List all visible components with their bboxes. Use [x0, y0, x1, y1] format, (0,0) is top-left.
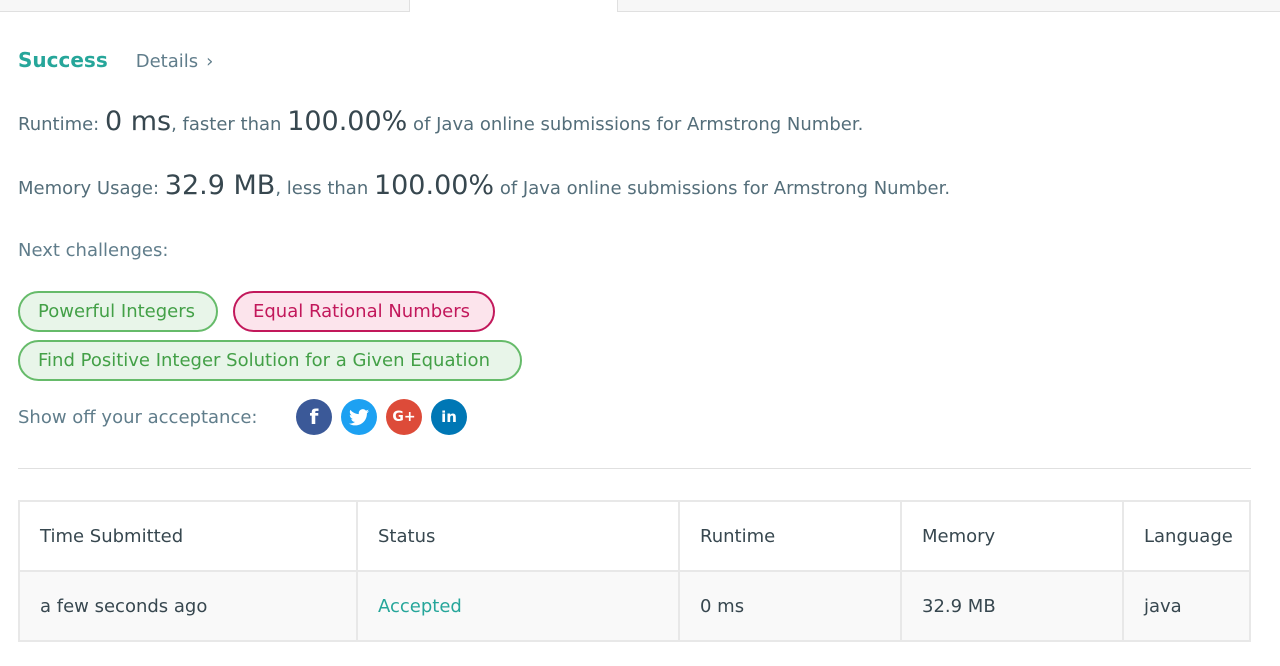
chevron-right-icon: › [206, 51, 214, 72]
tab-bar [0, 0, 1280, 12]
tab-active-submission[interactable] [410, 0, 617, 12]
runtime-label: Runtime: [18, 114, 105, 135]
memory-percent: 100.00% [373, 170, 495, 201]
runtime-comparison: , faster than [171, 114, 288, 135]
runtime-value: 0 ms [104, 106, 172, 137]
memory-label: Memory Usage: [18, 178, 165, 199]
facebook-icon[interactable]: f [296, 399, 332, 435]
header-language[interactable]: Language [1122, 500, 1251, 572]
cell-language: java [1122, 570, 1251, 642]
next-challenges-label: Next challenges: [18, 240, 169, 261]
header-memory[interactable]: Memory [900, 500, 1124, 572]
linkedin-icon[interactable]: in [431, 399, 467, 435]
runtime-percent: 100.00% [287, 106, 408, 137]
challenge-chip-find-positive-integer-solution[interactable]: Find Positive Integer Solution for a Giv… [18, 340, 522, 381]
share-row: Show off your acceptance: f G+ in [18, 399, 476, 435]
header-runtime[interactable]: Runtime [678, 500, 902, 572]
memory-value: 32.9 MB [164, 170, 276, 201]
tab-inactive-left[interactable] [0, 0, 410, 12]
header-time-submitted[interactable]: Time Submitted [18, 500, 358, 572]
twitter-icon[interactable] [341, 399, 377, 435]
result-header: Success Details › [18, 48, 213, 72]
memory-comparison: , less than [275, 178, 374, 199]
tab-inactive-right[interactable] [617, 0, 1280, 12]
table-header-row: Time Submitted Status Runtime Memory Lan… [18, 500, 1251, 572]
twitter-bird-glyph [349, 408, 369, 425]
result-status: Success [18, 48, 108, 72]
details-label: Details [135, 51, 199, 72]
runtime-suffix: of Java online submissions for Armstrong… [407, 114, 864, 135]
memory-suffix: of Java online submissions for Armstrong… [494, 178, 951, 199]
table-row: a few seconds ago Accepted 0 ms 32.9 MB … [18, 570, 1251, 642]
cell-time-submitted: a few seconds ago [18, 570, 358, 642]
details-link[interactable]: Details › [136, 51, 214, 72]
divider [18, 468, 1251, 469]
share-label: Show off your acceptance: [18, 406, 258, 428]
header-status[interactable]: Status [356, 500, 680, 572]
memory-stat: Memory Usage: 32.9 MB, less than 100.00%… [18, 170, 950, 201]
challenge-chip-powerful-integers[interactable]: Powerful Integers [18, 291, 218, 332]
cell-memory: 32.9 MB [900, 570, 1124, 642]
runtime-stat: Runtime: 0 ms, faster than 100.00% of Ja… [18, 106, 863, 137]
challenge-chip-equal-rational-numbers[interactable]: Equal Rational Numbers [233, 291, 495, 332]
cell-status-accepted-link[interactable]: Accepted [356, 570, 680, 642]
cell-runtime: 0 ms [678, 570, 902, 642]
google-plus-icon[interactable]: G+ [386, 399, 422, 435]
submissions-table: Time Submitted Status Runtime Memory Lan… [18, 500, 1251, 642]
